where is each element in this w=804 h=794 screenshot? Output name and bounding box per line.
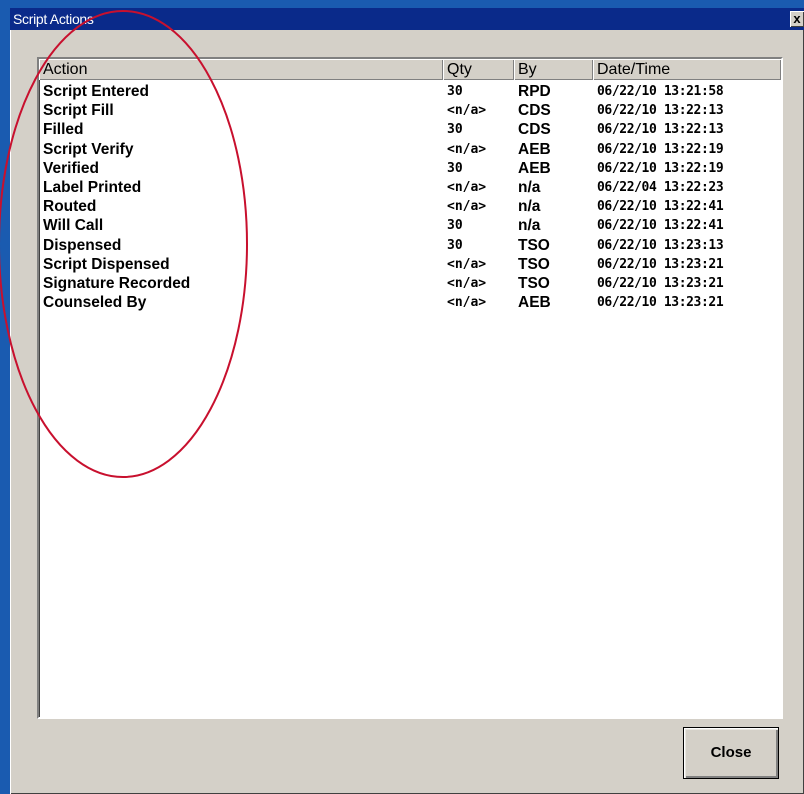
row-action: Verified xyxy=(43,159,99,177)
table-row[interactable]: Counseled By <n/a> AEB 06/22/10 13:23:21 xyxy=(39,293,781,312)
row-action: Script Dispensed xyxy=(43,255,170,273)
row-by: AEB xyxy=(518,140,551,158)
column-header-datetime[interactable]: Date/Time xyxy=(593,59,781,80)
row-qty: <n/a> xyxy=(447,199,487,215)
close-button[interactable]: Close xyxy=(683,727,779,779)
row-datetime: 06/22/10 13:22:19 xyxy=(597,160,724,176)
row-action: Routed xyxy=(43,198,97,216)
script-actions-dialog: Script Actions x Action Qty By Date/Time… xyxy=(10,8,804,794)
row-by: n/a xyxy=(518,198,541,216)
window-title: Script Actions xyxy=(13,11,94,27)
row-by: AEB xyxy=(518,294,551,312)
row-qty: <n/a> xyxy=(447,141,487,157)
table-row[interactable]: Script Verify <n/a> AEB 06/22/10 13:22:19 xyxy=(39,140,781,159)
row-datetime: 06/22/10 13:22:41 xyxy=(597,218,724,234)
row-qty: 30 xyxy=(447,122,463,138)
table-row[interactable]: Signature Recorded <n/a> TSO 06/22/10 13:23… xyxy=(39,274,781,293)
row-action: Dispensed xyxy=(43,236,122,254)
row-datetime: 06/22/10 13:23:21 xyxy=(597,275,724,291)
row-qty: <n/a> xyxy=(447,275,487,291)
desktop-background: Script Actions x Action Qty By Date/Time… xyxy=(0,0,804,794)
row-qty: <n/a> xyxy=(447,256,487,272)
row-by: n/a xyxy=(518,217,541,235)
table-row[interactable]: Script Dispensed <n/a> TSO 06/22/10 13:23:2… xyxy=(39,255,781,274)
table-row[interactable]: Filled 30 CDS 06/22/10 13:22:13 xyxy=(39,120,781,139)
row-qty: 30 xyxy=(447,160,463,176)
row-qty: 30 xyxy=(447,237,463,253)
column-header-action[interactable]: Action xyxy=(39,59,443,80)
row-qty: 30 xyxy=(447,218,463,234)
close-icon[interactable]: x xyxy=(790,11,804,27)
table-row[interactable]: Dispensed 30 TSO 06/22/10 13:23:13 xyxy=(39,236,781,255)
row-action: Script Fill xyxy=(43,102,114,120)
table-row[interactable]: Routed <n/a> n/a 06/22/10 13:22:41 xyxy=(39,197,781,216)
row-by: CDS xyxy=(518,102,551,120)
row-datetime: 06/22/10 13:23:13 xyxy=(597,237,724,253)
row-by: CDS xyxy=(518,121,551,139)
row-datetime: 06/22/10 13:22:13 xyxy=(597,122,724,138)
row-action: Filled xyxy=(43,121,84,139)
table-row[interactable]: Will Call 30 n/a 06/22/10 13:22:41 xyxy=(39,216,781,235)
list-rows: Script Entered 30 RPD 06/22/10 13:21:58 Scri… xyxy=(39,82,781,312)
row-datetime: 06/22/10 13:23:21 xyxy=(597,256,724,272)
list-header: Action Qty By Date/Time xyxy=(39,59,781,81)
row-datetime: 06/22/10 13:22:19 xyxy=(597,141,724,157)
table-row[interactable]: Label Printed <n/a> n/a 06/22/04 13:22:23 xyxy=(39,178,781,197)
row-action: Script Verify xyxy=(43,140,134,158)
row-datetime: 06/22/10 13:22:41 xyxy=(597,199,724,215)
row-by: RPD xyxy=(518,83,551,100)
row-by: AEB xyxy=(518,159,551,177)
row-by: TSO xyxy=(518,236,550,254)
row-datetime: 06/22/10 13:23:21 xyxy=(597,295,724,311)
row-action: Label Printed xyxy=(43,178,142,196)
row-qty: 30 xyxy=(447,84,463,99)
row-by: TSO xyxy=(518,255,550,273)
table-row[interactable]: Verified 30 AEB 06/22/10 13:22:19 xyxy=(39,159,781,178)
row-datetime: 06/22/10 13:22:13 xyxy=(597,103,724,119)
column-header-by[interactable]: By xyxy=(514,59,593,80)
row-qty: <n/a> xyxy=(447,295,487,311)
column-header-qty[interactable]: Qty xyxy=(443,59,514,80)
row-action: Signature Recorded xyxy=(43,274,191,292)
row-datetime: 06/22/04 13:22:23 xyxy=(597,179,724,195)
row-action: Counseled By xyxy=(43,294,147,312)
row-qty: <n/a> xyxy=(447,103,487,119)
row-datetime: 06/22/10 13:21:58 xyxy=(597,84,724,99)
title-bar[interactable]: Script Actions x xyxy=(10,8,804,30)
row-qty: <n/a> xyxy=(447,179,487,195)
table-row[interactable]: Script Fill <n/a> CDS 06/22/10 13:22:13 xyxy=(39,101,781,120)
row-by: n/a xyxy=(518,178,541,196)
actions-list[interactable]: Action Qty By Date/Time Script Entered 30… xyxy=(37,57,783,719)
table-row[interactable]: Script Entered 30 RPD 06/22/10 13:21:58 xyxy=(39,82,781,101)
row-action: Script Entered xyxy=(43,83,149,100)
row-action: Will Call xyxy=(43,217,104,235)
row-by: TSO xyxy=(518,274,550,292)
